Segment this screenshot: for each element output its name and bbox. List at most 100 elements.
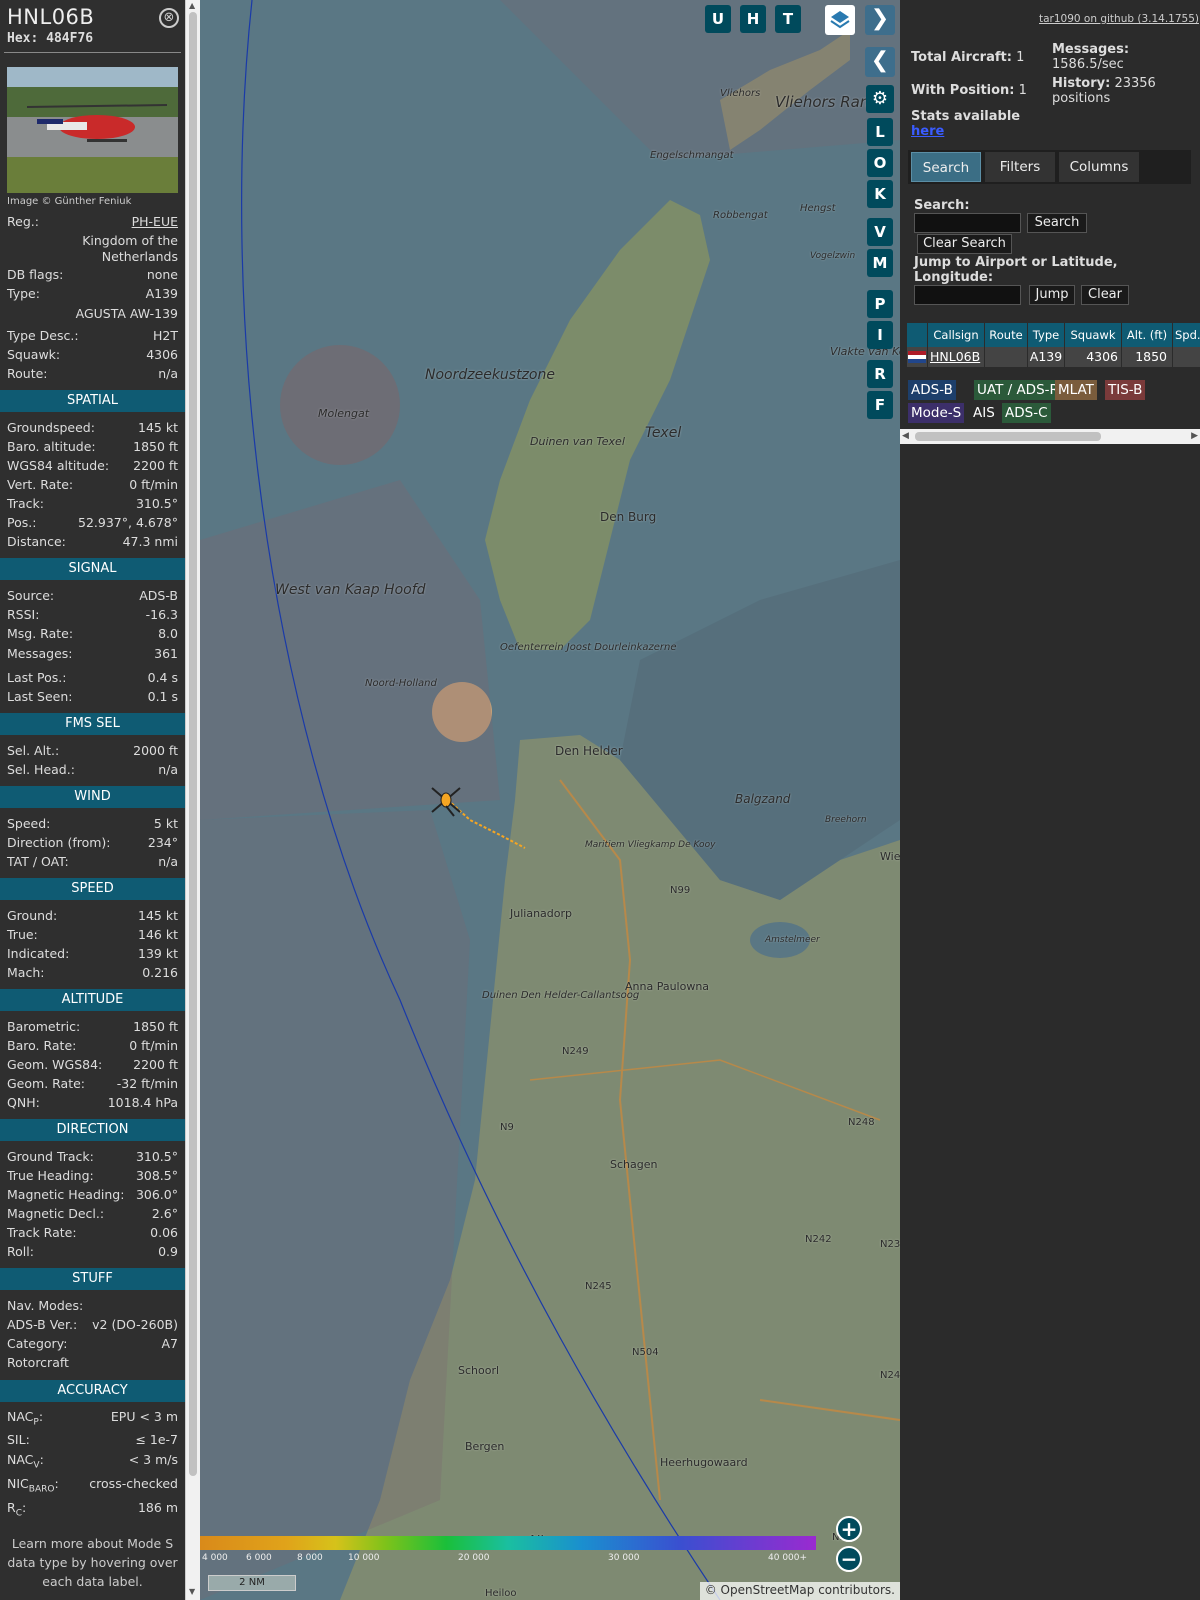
- scale-tick-label: 6 000: [246, 1553, 272, 1563]
- layers-icon[interactable]: [825, 5, 855, 35]
- row-alt[interactable]: 1850: [1122, 347, 1172, 367]
- scroll-up-icon[interactable]: ▲: [189, 2, 195, 10]
- clear-button[interactable]: Clear: [1081, 285, 1129, 305]
- map-button-t[interactable]: T: [775, 5, 801, 33]
- accuracy-row: NACV: < 3 m/s: [7, 1451, 178, 1471]
- row-callsign[interactable]: HNL06B: [928, 347, 984, 367]
- hscroll-right-icon[interactable]: ▶: [1191, 431, 1198, 441]
- map-button-o[interactable]: O: [867, 149, 893, 177]
- map-button-v[interactable]: V: [867, 218, 893, 246]
- altitude-label: Geom. Rate:: [7, 1076, 86, 1091]
- settings-gear-icon[interactable]: ⚙: [866, 85, 894, 113]
- jump-button[interactable]: Jump: [1029, 285, 1075, 305]
- map-place-label: N245: [585, 1281, 612, 1292]
- altitude-value: -32 ft/min: [116, 1076, 178, 1091]
- accuracy-label: NACV:: [7, 1452, 44, 1471]
- map-button-m[interactable]: M: [867, 249, 893, 277]
- map-button-p[interactable]: P: [867, 290, 893, 318]
- search-button[interactable]: Search: [1027, 213, 1087, 233]
- aircraft-photo[interactable]: [7, 67, 178, 193]
- source-badge: ADS-B: [908, 380, 956, 400]
- fms-label: Sel. Alt.:: [7, 743, 60, 758]
- tab-filters[interactable]: Filters: [985, 152, 1055, 182]
- row-route[interactable]: [985, 347, 1027, 367]
- spatial-label: Vert. Rate:: [7, 477, 74, 492]
- row-squawk[interactable]: 4306: [1065, 347, 1121, 367]
- category-desc-row: Rotorcraft: [7, 1354, 178, 1372]
- map-button-h[interactable]: H: [740, 5, 766, 33]
- with-position: With Position: 1: [911, 83, 1027, 98]
- direction-label: Roll:: [7, 1244, 34, 1259]
- tab-search[interactable]: Search: [911, 152, 981, 182]
- map-button-r[interactable]: R: [867, 360, 893, 388]
- wind-value: n/a: [158, 854, 178, 869]
- map-place-label: Heerhugowaard: [660, 1456, 748, 1469]
- search-input[interactable]: [914, 213, 1021, 233]
- zoom-out-button[interactable]: −: [836, 1546, 862, 1572]
- map-button-f[interactable]: F: [867, 391, 893, 419]
- fms-row: Sel. Alt.: 2000 ft: [7, 742, 178, 760]
- zoom-in-button[interactable]: +: [836, 1516, 862, 1542]
- direction-row: Ground Track: 310.5°: [7, 1148, 178, 1166]
- category-desc: Rotorcraft: [7, 1355, 69, 1370]
- clear-search-button[interactable]: Clear Search: [917, 234, 1012, 254]
- signal-value: ADS-B: [139, 588, 178, 603]
- scrollbar-thumb[interactable]: [189, 12, 197, 1476]
- altitude-row: QNH: 1018.4 hPa: [7, 1094, 178, 1112]
- map-place-label: N248: [848, 1117, 875, 1128]
- signal-label: Last Seen:: [7, 689, 73, 704]
- stats-link[interactable]: here: [911, 124, 944, 139]
- scroll-down-icon[interactable]: ▼: [189, 1588, 195, 1596]
- spatial-label: Pos.:: [7, 515, 37, 530]
- hscroll-left-icon[interactable]: ◀: [902, 431, 909, 441]
- sidebar-scrollbar[interactable]: ▲ ▼: [185, 0, 200, 1600]
- map-button-l[interactable]: L: [867, 118, 893, 146]
- table-hscrollbar[interactable]: ◀ ▶: [900, 429, 1200, 444]
- wind-row: Direction (from): 234°: [7, 834, 178, 852]
- signal-row: Last Pos.: 0.4 s: [7, 669, 178, 687]
- col-route[interactable]: Route: [985, 323, 1027, 347]
- source-badge: AIS: [970, 403, 998, 423]
- col-spd[interactable]: Spd.: [1173, 323, 1200, 347]
- altitude-row: Baro. Rate: 0 ft/min: [7, 1037, 178, 1055]
- osm-link[interactable]: OpenStreetMap: [721, 1583, 815, 1597]
- spatial-row: Pos.: 52.937°, 4.678°: [7, 514, 178, 532]
- category-label: Category:: [7, 1336, 68, 1351]
- hscroll-thumb[interactable]: [915, 432, 1101, 441]
- github-link[interactable]: tar1090 on github (3.14.1755): [1039, 13, 1199, 25]
- map-view[interactable]: Vliehors Range Vliehors Engelschmangat Robb…: [200, 0, 900, 1600]
- col-squawk[interactable]: Squawk: [1065, 323, 1121, 347]
- row-spd[interactable]: [1173, 347, 1200, 367]
- expand-sidebar-icon[interactable]: ❮: [865, 47, 895, 77]
- distance-scale: 2 NM: [208, 1575, 296, 1591]
- altitude-label: Geom. WGS84:: [7, 1057, 103, 1072]
- row-type[interactable]: A139: [1028, 347, 1064, 367]
- map-button-k[interactable]: K: [867, 180, 893, 208]
- map-button-u[interactable]: U: [705, 5, 731, 33]
- jump-input[interactable]: [914, 285, 1021, 305]
- map-button-i[interactable]: I: [867, 321, 893, 349]
- tab-columns[interactable]: Columns: [1059, 152, 1139, 182]
- map-place-label: Texel: [645, 425, 682, 441]
- aircraft-info-panel: HNL06B Hex: 484F76 ⊗ Image © Günther Fen…: [0, 0, 185, 1600]
- col-alt[interactable]: Alt. (ft): [1122, 323, 1172, 347]
- map-place-label: N242: [805, 1234, 832, 1245]
- country: Kingdom of the Netherlands: [82, 233, 178, 264]
- col-type[interactable]: Type: [1028, 323, 1064, 347]
- reg-link[interactable]: PH-EUE: [132, 213, 178, 231]
- map-place-label: West van Kaap Hoofd: [275, 582, 426, 598]
- col-callsign[interactable]: Callsign: [928, 323, 984, 347]
- speed-label: Ground:: [7, 908, 58, 923]
- signal-label: Source:: [7, 588, 55, 603]
- source-badge: UAT / ADS-R: [974, 380, 1062, 400]
- route-value: n/a: [158, 366, 178, 381]
- altitude-value: 2200 ft: [133, 1057, 178, 1072]
- collapse-sidebar-icon[interactable]: ❯: [865, 5, 895, 35]
- aircraft-icon[interactable]: [428, 782, 464, 818]
- map-attribution: © OpenStreetMap contributors.: [699, 1582, 900, 1600]
- map-place-label: Noord-Holland: [365, 678, 437, 689]
- close-icon[interactable]: ⊗: [159, 8, 179, 28]
- map-canvas[interactable]: [200, 0, 900, 1600]
- dbflags-value: none: [146, 267, 178, 282]
- total-aircraft: Total Aircraft: 1: [911, 50, 1024, 65]
